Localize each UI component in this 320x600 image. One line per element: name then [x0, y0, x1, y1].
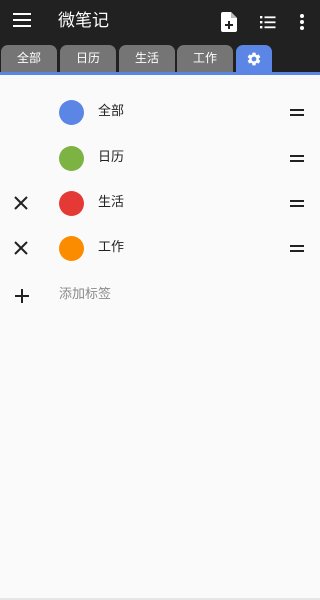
tag-color-dot[interactable] [59, 191, 84, 216]
drag-handle-icon[interactable] [290, 245, 304, 252]
list-item: 全部 [0, 89, 320, 135]
tag-name: 工作 [98, 240, 125, 255]
gear-icon [247, 52, 261, 66]
list-item: 生活 [0, 180, 320, 226]
add-tag-button[interactable]: 添加标签 [0, 272, 320, 318]
drag-handle-icon[interactable] [290, 109, 304, 116]
plus-icon [15, 288, 29, 303]
new-note-icon[interactable] [217, 10, 241, 34]
close-icon[interactable] [13, 240, 29, 256]
app-title: 微笔记 [58, 11, 109, 31]
tab-indicator [0, 72, 320, 75]
tab-settings[interactable] [236, 45, 272, 72]
drag-handle-icon[interactable] [290, 155, 304, 162]
tag-name: 生活 [98, 195, 125, 210]
tab-work[interactable]: 工作 [177, 45, 233, 72]
tab-bar: 全部 日历 生活 工作 [0, 44, 320, 72]
tag-color-dot[interactable] [59, 236, 84, 261]
drag-handle-icon[interactable] [290, 200, 304, 207]
tag-color-dot[interactable] [59, 146, 84, 171]
tab-all[interactable]: 全部 [1, 45, 57, 72]
list-item: 日历 [0, 135, 320, 181]
tag-color-dot[interactable] [59, 100, 84, 125]
close-icon[interactable] [13, 195, 29, 211]
more-vert-icon[interactable] [290, 10, 314, 34]
tag-name: 日历 [98, 150, 125, 165]
menu-icon[interactable] [13, 13, 31, 27]
add-tag-label: 添加标签 [59, 287, 112, 302]
tag-name: 全部 [98, 104, 125, 119]
app-bar: 微笔记 [0, 0, 320, 44]
list-view-icon[interactable] [256, 10, 280, 34]
tab-calendar[interactable]: 日历 [60, 45, 116, 72]
list-item: 工作 [0, 225, 320, 271]
tab-life[interactable]: 生活 [119, 45, 175, 72]
